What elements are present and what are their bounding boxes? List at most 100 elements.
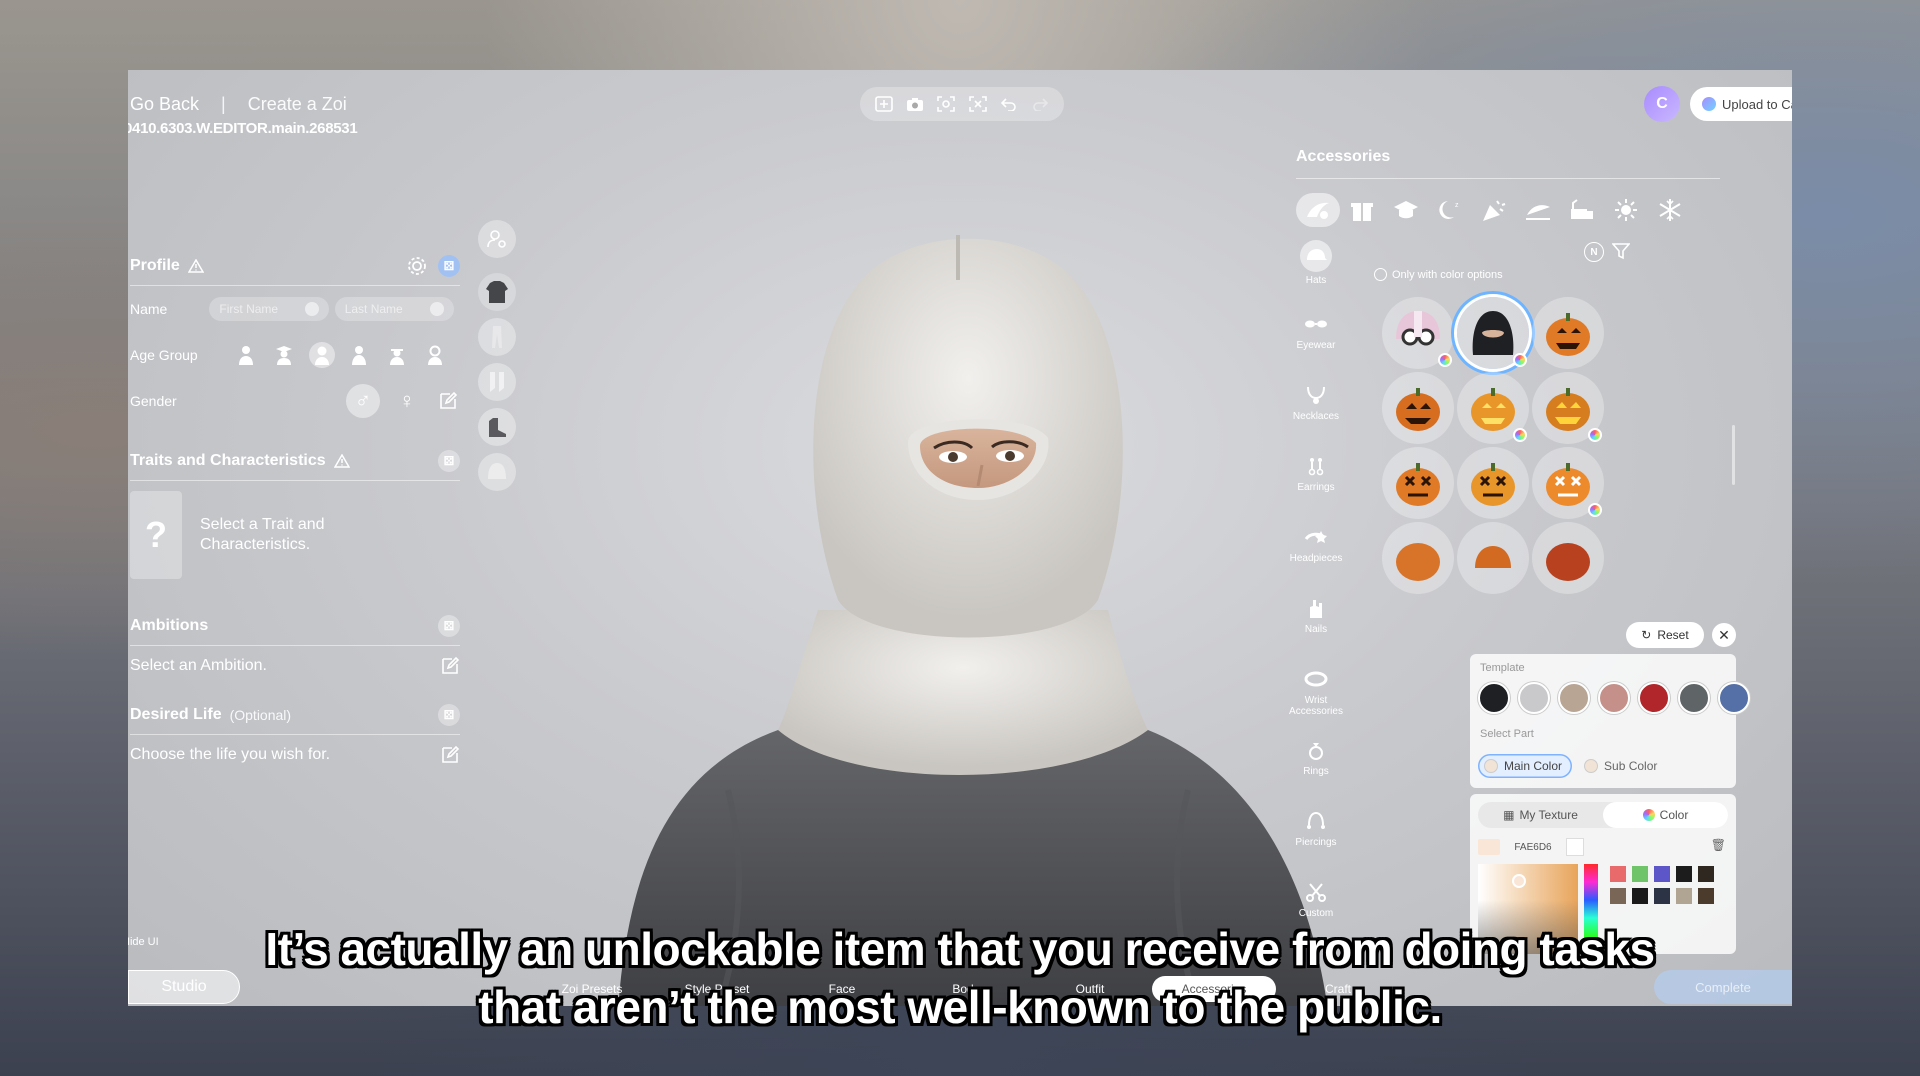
palette-swatch[interactable] [1676, 888, 1692, 904]
palette-swatch[interactable] [1610, 888, 1626, 904]
female-icon[interactable]: ♀ [390, 384, 424, 418]
go-back-link[interactable]: Go Back [130, 94, 199, 115]
category-eyewear[interactable]: Eyewear [1286, 311, 1346, 382]
filter-icon[interactable] [1612, 242, 1630, 260]
pumpkin-hat-item[interactable] [1382, 447, 1454, 519]
game-window: Go Back | Create a Zoi 0410.6303.W.EDITOR.… [128, 70, 1792, 1006]
camera-icon[interactable] [905, 94, 925, 114]
gear-icon[interactable] [406, 255, 428, 282]
undo-icon[interactable] [999, 94, 1019, 114]
fit-screen-icon[interactable] [936, 94, 956, 114]
trash-icon[interactable]: 🗑 [1711, 838, 1726, 852]
theme-gift-icon[interactable] [1340, 193, 1384, 227]
theme-farm-icon[interactable] [1560, 193, 1604, 227]
first-name-input[interactable]: First Name [209, 297, 329, 321]
socks-slot-icon[interactable] [478, 363, 516, 401]
category-rings[interactable]: Rings [1286, 737, 1346, 808]
hex-input[interactable]: FAE6D6 [1506, 842, 1560, 853]
new-items-icon[interactable]: N [1584, 242, 1604, 262]
add-frame-icon[interactable] [874, 94, 894, 114]
upload-button[interactable]: Upload to Ca [1690, 87, 1792, 121]
hat-slot-icon[interactable] [478, 453, 516, 491]
dice-icon[interactable] [304, 302, 319, 316]
palette-swatch[interactable] [1676, 866, 1692, 882]
randomize-traits-icon[interactable]: ⚄ [438, 450, 460, 472]
account-avatar[interactable]: C [1644, 86, 1680, 122]
pumpkin-hat-item[interactable] [1532, 372, 1604, 444]
age-young-adult-icon[interactable] [308, 342, 335, 368]
desired-life-row[interactable]: Choose the life you wish for. [130, 735, 460, 775]
balaclava-hat-item[interactable] [1457, 297, 1529, 369]
focus-icon[interactable] [968, 94, 988, 114]
theme-summer-icon[interactable] [1604, 193, 1648, 227]
template-swatch[interactable] [1518, 682, 1550, 714]
ambition-row[interactable]: Select an Ambition. [130, 646, 460, 686]
pumpkin-hat-item[interactable] [1532, 447, 1604, 519]
randomize-life-icon[interactable]: ⚄ [438, 704, 460, 726]
category-wrist-accessories[interactable]: Wrist Accessories [1286, 666, 1346, 737]
pumpkin-hat-item[interactable] [1532, 297, 1604, 369]
category-headpieces[interactable]: Headpieces [1286, 524, 1346, 595]
only-color-toggle[interactable]: Only with color options [1374, 268, 1503, 281]
helmet-hat-item[interactable] [1382, 297, 1454, 369]
pumpkin-hat-item[interactable] [1382, 522, 1454, 594]
template-swatch[interactable] [1718, 682, 1750, 714]
age-middle-age-icon[interactable] [384, 342, 410, 368]
top-slot-icon[interactable] [478, 273, 516, 311]
grid-scrollbar[interactable] [1732, 425, 1735, 485]
theme-graduation-icon[interactable] [1384, 193, 1428, 227]
dice-icon[interactable] [429, 302, 444, 316]
palette-swatch[interactable] [1632, 866, 1648, 882]
bottom-slot-icon[interactable] [478, 318, 516, 356]
category-necklaces[interactable]: Necklaces [1286, 382, 1346, 453]
pumpkin-hat-item[interactable] [1457, 447, 1529, 519]
category-earrings[interactable]: Earrings [1286, 453, 1346, 524]
desired-life-header: Desired Life (Optional) ⚄ [130, 704, 460, 726]
edit-icon[interactable] [440, 745, 460, 765]
theme-party-icon[interactable] [1472, 193, 1516, 227]
template-swatch[interactable] [1678, 682, 1710, 714]
palette-swatch[interactable] [1654, 888, 1670, 904]
category-nails[interactable]: Nails [1286, 595, 1346, 666]
trait-selector[interactable]: ? Select a Trait and Characteristics. [130, 491, 460, 579]
theme-night-icon[interactable]: z [1428, 193, 1472, 227]
reset-button[interactable]: ↻ Reset [1626, 622, 1704, 648]
age-adult-icon[interactable] [347, 342, 373, 368]
main-color-button[interactable]: Main Color [1478, 754, 1573, 778]
edit-icon[interactable] [438, 391, 458, 411]
shoes-slot-icon[interactable] [478, 408, 516, 446]
category-hats[interactable]: Hats [1286, 240, 1346, 311]
last-name-input[interactable]: Last Name [334, 297, 454, 321]
pumpkin-hat-item[interactable] [1457, 372, 1529, 444]
sub-color-button[interactable]: Sub Color [1578, 754, 1668, 778]
male-icon[interactable]: ♂ [346, 384, 380, 418]
pumpkin-hat-item[interactable] [1532, 522, 1604, 594]
picker-knob[interactable] [1512, 874, 1526, 888]
theme-beach-icon[interactable] [1516, 193, 1560, 227]
template-swatch[interactable] [1598, 682, 1630, 714]
theme-winter-icon[interactable] [1648, 193, 1692, 227]
age-student-icon[interactable] [271, 342, 297, 368]
redo-icon[interactable] [1030, 94, 1050, 114]
randomize-profile-icon[interactable]: ⚄ [438, 255, 460, 277]
theme-all-icon[interactable] [1296, 193, 1340, 227]
palette-swatch[interactable] [1632, 888, 1648, 904]
template-swatch[interactable] [1478, 682, 1510, 714]
person-settings-icon[interactable] [478, 220, 516, 258]
template-swatch[interactable] [1558, 682, 1590, 714]
age-elder-icon[interactable] [422, 342, 448, 368]
category-piercings[interactable]: Piercings [1286, 808, 1346, 879]
tab-color[interactable]: Color [1603, 802, 1728, 828]
age-toddler-icon[interactable] [233, 342, 259, 368]
randomize-ambition-icon[interactable]: ⚄ [438, 615, 460, 637]
pumpkin-hat-item[interactable] [1457, 522, 1529, 594]
pumpkin-hat-item[interactable] [1382, 372, 1454, 444]
palette-swatch[interactable] [1610, 866, 1626, 882]
palette-swatch[interactable] [1698, 866, 1714, 882]
template-swatch[interactable] [1638, 682, 1670, 714]
tab-my-texture[interactable]: ▦ My Texture [1478, 802, 1603, 828]
close-icon[interactable]: ✕ [1712, 623, 1736, 647]
palette-swatch[interactable] [1698, 888, 1714, 904]
edit-icon[interactable] [440, 656, 460, 676]
palette-swatch[interactable] [1654, 866, 1670, 882]
